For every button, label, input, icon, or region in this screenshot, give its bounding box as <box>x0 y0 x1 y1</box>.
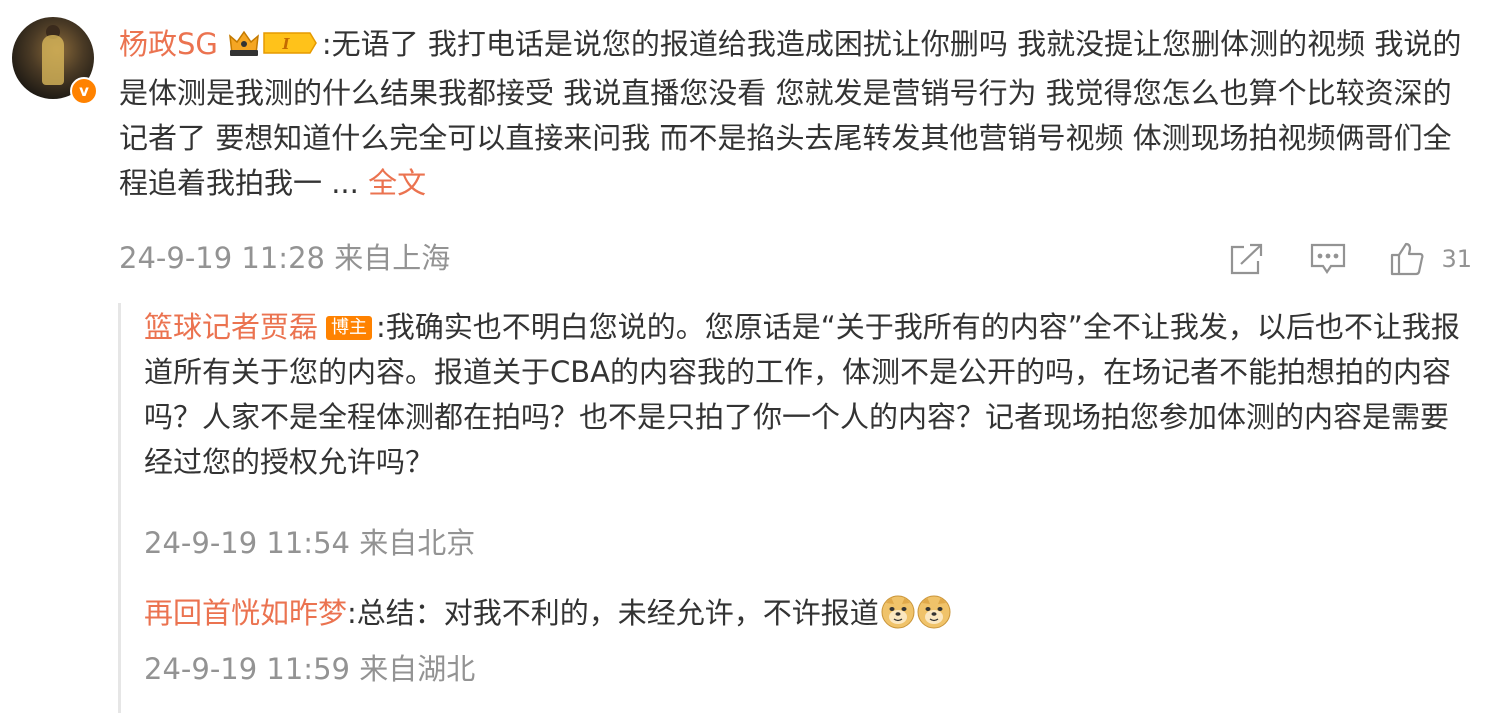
full-text-link[interactable]: 全文 <box>368 166 426 200</box>
level-badge-text: I <box>281 35 290 53</box>
comment-icon <box>1311 243 1346 274</box>
verified-badge-icon: v <box>70 77 98 105</box>
reply-timestamp: 24-9-19 11:54 来自北京 <box>144 526 476 560</box>
reply-timestamp: 24-9-19 11:59 来自湖北 <box>144 652 476 686</box>
thumbs-up-icon <box>1391 242 1424 276</box>
avatar-figure <box>42 35 64 85</box>
doge-emoji-icon <box>881 595 915 629</box>
comment-timestamp: 24-9-19 11:28 来自上海 <box>119 241 451 275</box>
share-icon <box>1231 243 1263 275</box>
reply-username[interactable]: 再回首恍如昨梦 <box>144 596 347 630</box>
replies-thread: 篮球记者贾磊 博主:我确实也不明白您说的。您原话是“关于我所有的内容”全不让我发，… <box>118 303 1481 713</box>
comment-body: 杨政SG I :无语了 我打电话是说您的报道给我造成困扰让你删吗 我就没提让您删… <box>119 22 1479 206</box>
comment-card: v 杨政SG I :无语了 我打电话是说您的报道给我造成困扰让你删吗 我就没提让… <box>0 0 1500 713</box>
blogger-badge: 博主 <box>326 316 373 340</box>
like-count: 31 <box>1441 245 1472 273</box>
reply-button[interactable] <box>1309 242 1347 276</box>
doge-emoji-icon <box>917 595 951 629</box>
comment-text: :无语了 我打电话是说您的报道给我造成困扰让你删吗 我就没提让您删体测的视频 我… <box>119 27 1462 200</box>
share-button[interactable] <box>1229 242 1265 276</box>
crown-level-icon[interactable]: I <box>226 26 318 71</box>
comment-actions: 31 <box>1229 240 1472 278</box>
comment-username[interactable]: 杨政SG <box>119 27 218 61</box>
reply-text: :总结：对我不利的，未经允许，不许报道 <box>347 596 879 630</box>
reply-item: 再回首恍如昨梦:总结：对我不利的，未经允许，不许报道 <box>144 591 1474 636</box>
reply-username[interactable]: 篮球记者贾磊 <box>144 310 318 344</box>
like-button[interactable]: 31 <box>1389 241 1472 277</box>
reply-item: 篮球记者贾磊 博主:我确实也不明白您说的。您原话是“关于我所有的内容”全不让我发，… <box>144 305 1474 485</box>
